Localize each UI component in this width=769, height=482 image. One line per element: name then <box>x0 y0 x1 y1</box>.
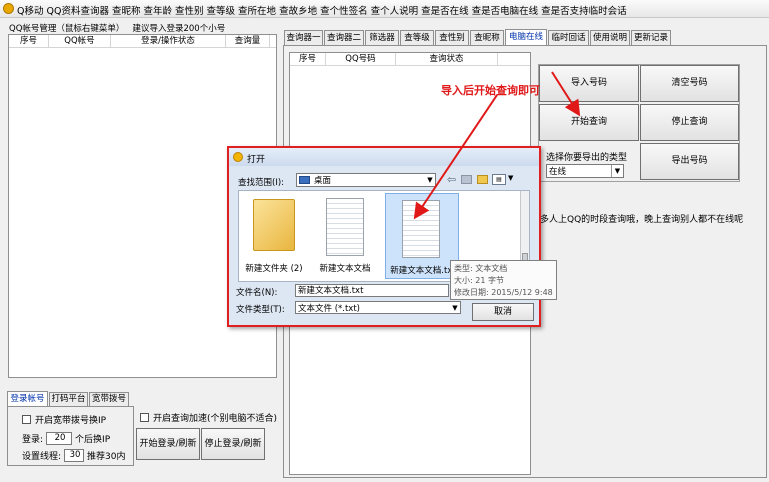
lookin-value: 桌面 <box>314 176 332 186</box>
col-index-right[interactable]: 序号 <box>290 53 326 65</box>
dialog-title-bar: 打开 <box>229 148 539 166</box>
tab-broadband-dial[interactable]: 宽带拨号 <box>89 392 129 406</box>
start-query-button[interactable]: 开始查询 <box>539 104 639 141</box>
file-name: 新建文件夹 (2) <box>245 264 303 274</box>
stop-query-button[interactable]: 停止查询 <box>640 104 739 141</box>
filetype-select[interactable]: 文本文件 (*.txt) ▼ <box>295 301 461 314</box>
chevron-down-icon[interactable]: ▼ <box>450 304 460 312</box>
chevron-down-icon[interactable]: ▼ <box>425 176 435 184</box>
up-folder-icon[interactable] <box>461 175 472 184</box>
export-type-value: 在线 <box>549 167 567 177</box>
threads-label: 设置线程: <box>22 452 62 462</box>
window-title: Q移动 QQ资料查询器 查昵称 查年龄 查性别 查等级 查所在地 查故乡地 查个… <box>17 6 627 17</box>
new-folder-icon[interactable] <box>477 175 488 184</box>
lookin-select[interactable]: 桌面 ▼ <box>296 173 436 187</box>
query-speedup-label: 开启查询加速(个别电脑不适合) <box>153 414 278 424</box>
threads-row: 设置线程: 30 推荐30内 <box>22 449 126 462</box>
view-menu-icon[interactable]: ▤ <box>492 174 506 185</box>
filename-label: 文件名(N): <box>236 288 278 298</box>
file-item-text[interactable]: 新建文本文档 <box>314 194 376 278</box>
tab-captcha-platform[interactable]: 打码平台 <box>49 392 88 406</box>
file-name: 新建文本文档 <box>319 264 371 274</box>
info-text: 多人上QQ的时段查询哦，晚上查询别人都不在线呢 <box>540 215 744 225</box>
stop-login-button[interactable]: 停止登录/刷新 <box>201 428 265 460</box>
filetype-value: 文本文件 (*.txt) <box>298 303 360 314</box>
start-login-button[interactable]: 开始登录/刷新 <box>136 428 200 460</box>
tooltip-size: 大小: 21 字节 <box>454 276 504 285</box>
tooltip-type: 类型: 文本文档 <box>454 264 508 273</box>
col-qq-number[interactable]: QQ号码 <box>326 53 396 65</box>
text-document-icon <box>402 200 440 258</box>
tab-temp-session[interactable]: 临时回话 <box>548 30 589 45</box>
open-file-dialog: 打开 查找范围(I): 桌面 ▼ ⇦ ▤ ▼ 新建文件夹 (2) 新建文本文档 … <box>227 146 557 327</box>
back-icon[interactable]: ⇦ <box>447 173 456 186</box>
lookin-label: 查找范围(I): <box>238 178 285 188</box>
col-query-count[interactable]: 查询量 <box>226 35 270 47</box>
login-label: 登录: <box>22 435 44 445</box>
app-icon <box>3 3 14 14</box>
text-document-icon <box>326 198 364 256</box>
filename-input[interactable]: 新建文本文档.txt <box>295 284 449 297</box>
login-suffix: 个后换IP <box>75 435 111 445</box>
col-qq-account[interactable]: QQ帐号 <box>49 35 111 47</box>
file-name: 新建文本文档.txt <box>390 266 456 276</box>
tab-gender[interactable]: 查性别 <box>435 30 469 45</box>
title-bar: Q移动 QQ资料查询器 查昵称 查年龄 查性别 查等级 查所在地 查故乡地 查个… <box>0 0 769 18</box>
folder-icon <box>253 199 295 251</box>
threads-input[interactable]: 30 <box>64 449 85 462</box>
import-numbers-button[interactable]: 导入号码 <box>539 65 639 102</box>
tab-nickname[interactable]: 查昵称 <box>470 30 504 45</box>
tab-query-2[interactable]: 查询器二 <box>324 30 364 45</box>
export-numbers-button[interactable]: 导出号码 <box>640 143 739 180</box>
broadband-checkbox[interactable] <box>22 415 31 424</box>
file-item-folder[interactable]: 新建文件夹 (2) <box>243 194 305 278</box>
tab-changelog[interactable]: 更新记录 <box>631 30 671 45</box>
account-group-title: QQ帐号管理（鼠标右键菜单） 建议导入登录200个小号 <box>9 24 226 34</box>
threads-suffix: 推荐30内 <box>87 452 126 462</box>
cancel-button[interactable]: 取消 <box>472 303 534 321</box>
col-query-status[interactable]: 查询状态 <box>396 53 498 65</box>
tab-pc-online[interactable]: 电脑在线 <box>505 29 547 46</box>
tab-filter[interactable]: 筛选器 <box>365 30 399 45</box>
dialog-app-icon <box>233 152 243 162</box>
chevron-down-icon[interactable]: ▼ <box>611 165 623 177</box>
dialog-title: 打开 <box>247 155 266 165</box>
tab-login-account[interactable]: 登录帐号 <box>7 391 48 406</box>
file-tooltip: 类型: 文本文档 大小: 21 字节 修改日期: 2015/5/12 9:48 <box>450 260 557 300</box>
clear-numbers-button[interactable]: 清空号码 <box>640 65 739 102</box>
broadband-checkbox-label: 开启宽带拨号换IP <box>35 416 107 426</box>
query-speedup-checkbox[interactable] <box>140 413 149 422</box>
export-type-select[interactable]: 在线 ▼ <box>546 164 624 178</box>
login-count-row: 登录: 20 个后换IP <box>22 432 110 445</box>
export-type-label: 选择你要导出的类型 <box>546 153 628 163</box>
login-count-input[interactable]: 20 <box>46 432 73 445</box>
filetype-label: 文件类型(T): <box>236 305 285 315</box>
tooltip-modified: 修改日期: 2015/5/12 9:48 <box>454 288 553 297</box>
desktop-icon <box>299 176 310 184</box>
chevron-down-icon[interactable]: ▼ <box>508 174 513 182</box>
annotation-text: 导入后开始查询即可 <box>441 84 540 97</box>
col-index[interactable]: 序号 <box>9 35 49 47</box>
tab-level[interactable]: 查等级 <box>400 30 434 45</box>
tab-instructions[interactable]: 使用说明 <box>590 30 630 45</box>
query-speedup-option[interactable]: 开启查询加速(个别电脑不适合) <box>140 411 277 424</box>
tab-query-1[interactable]: 查询器一 <box>284 30 323 45</box>
file-item-selected[interactable]: 新建文本文档.txt <box>385 193 459 279</box>
broadband-option[interactable]: 开启宽带拨号换IP <box>22 413 106 426</box>
col-login-status[interactable]: 登录/操作状态 <box>111 35 226 47</box>
